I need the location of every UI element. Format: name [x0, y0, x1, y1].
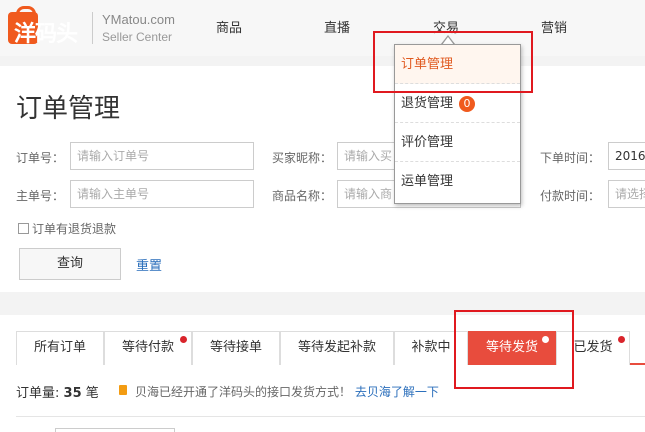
notification-dot: [180, 336, 187, 343]
list-header-box: [55, 428, 175, 432]
filter-panel: 订单管理 订单号： 请输入订单号 买家昵称： 请输入买 下单时间： 2016 主…: [0, 66, 645, 292]
menu-item-review-management[interactable]: 评价管理: [395, 123, 520, 162]
nav-live[interactable]: 直播: [324, 17, 350, 36]
top-header: 洋码头 YMatou.com Seller Center 商品 直播 交易 营销: [0, 0, 645, 56]
learn-more-link[interactable]: 去贝海了解一下: [355, 385, 439, 399]
order-no-label: 订单号：: [16, 151, 65, 165]
logo-divider: [92, 12, 93, 44]
tab-awaiting-accept[interactable]: 等待接单: [192, 331, 280, 365]
tab-label: 已发货: [573, 340, 613, 355]
return-count-badge: 0: [459, 95, 476, 112]
tab-label: 等待发起补款: [297, 340, 376, 355]
query-button[interactable]: 查询: [19, 248, 121, 280]
order-count-value: 35: [63, 386, 82, 401]
pay-time-label: 付款时间：: [540, 189, 601, 203]
buyer-nickname-label: 买家昵称：: [272, 151, 333, 165]
menu-item-label: 运单管理: [401, 174, 454, 189]
master-no-label: 主单号：: [16, 189, 65, 203]
order-count-label: 订单量:: [16, 386, 60, 401]
page-title: 订单管理: [16, 94, 121, 124]
menu-item-label: 评价管理: [401, 135, 454, 150]
nav-marketing[interactable]: 营销: [541, 17, 567, 36]
logo-text: 洋码头: [14, 22, 78, 47]
seller-center-page: 洋码头 YMatou.com Seller Center 商品 直播 交易 营销…: [0, 0, 645, 432]
annotation-highlight-menu: [373, 31, 533, 93]
megaphone-icon: [119, 385, 127, 395]
menu-item-waybill-management[interactable]: 运单管理: [395, 162, 520, 201]
shipping-notice: 贝海已经开通了洋码头的接口发货方式！ 去贝海了解一下: [135, 383, 439, 400]
tab-label: 等待付款: [121, 340, 174, 355]
order-count-unit: 笔: [85, 386, 99, 401]
refund-checkbox-label: 订单有退货退款: [32, 222, 117, 236]
reset-link[interactable]: 重置: [136, 255, 162, 274]
order-time-input[interactable]: 2016: [608, 142, 645, 170]
brand-name: YMatou.com: [102, 12, 175, 27]
menu-item-label: 退货管理: [401, 96, 454, 111]
notice-text: 贝海已经开通了洋码头的接口发货方式！: [135, 385, 352, 399]
brand-subtitle: Seller Center: [102, 30, 173, 44]
tab-label: 补款中: [411, 340, 451, 355]
nav-products[interactable]: 商品: [216, 17, 242, 36]
refund-checkbox[interactable]: [18, 223, 29, 234]
tab-awaiting-supplement[interactable]: 等待发起补款: [280, 331, 394, 365]
master-no-input[interactable]: 请输入主单号: [70, 180, 254, 208]
divider: [16, 416, 645, 417]
ymatou-logo[interactable]: 洋码头: [8, 6, 88, 47]
pay-time-input[interactable]: 请选择: [608, 180, 645, 208]
order-time-label: 下单时间：: [540, 151, 601, 165]
tab-label: 所有订单: [33, 340, 86, 355]
order-no-input[interactable]: 请输入订单号: [70, 142, 254, 170]
notification-dot: [618, 336, 625, 343]
annotation-highlight-tab: [454, 310, 574, 389]
tab-all-orders[interactable]: 所有订单: [16, 331, 104, 365]
tab-awaiting-payment[interactable]: 等待付款: [104, 331, 192, 365]
product-name-label: 商品名称：: [272, 189, 333, 203]
tab-label: 等待接单: [209, 340, 262, 355]
order-count: 订单量: 35 笔: [16, 382, 99, 401]
